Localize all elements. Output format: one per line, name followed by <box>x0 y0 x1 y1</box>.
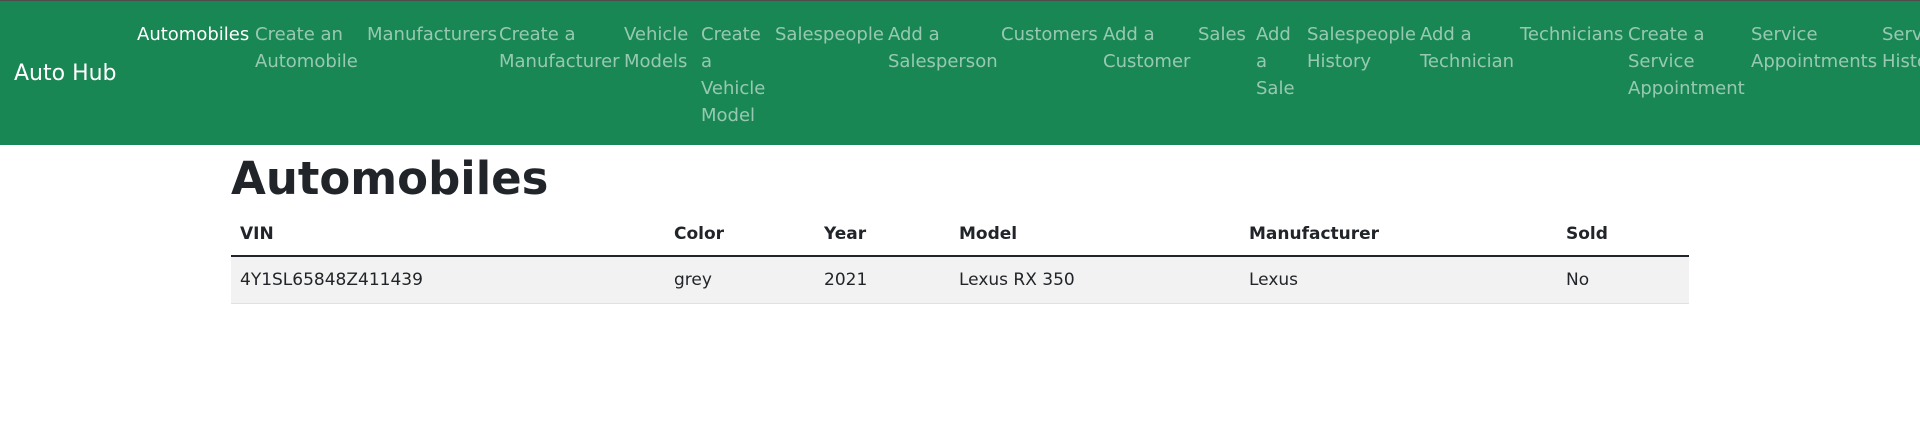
nav-label: Sales <box>1198 24 1246 45</box>
nav-label: Add a <box>1420 24 1472 45</box>
nav-create-automobile[interactable]: Create an Automobile <box>255 21 358 75</box>
automobiles-table: VIN Color Year Model Manufacturer Sold 4… <box>231 213 1689 304</box>
nav-label: Technician <box>1420 51 1515 72</box>
nav-label: Add <box>1256 24 1291 45</box>
brand-link[interactable]: Auto Hub <box>14 60 117 88</box>
nav-vehicle-models[interactable]: Vehicle Models <box>624 21 688 75</box>
nav-label: Service <box>1751 24 1818 45</box>
nav-label: Appointments <box>1751 51 1878 72</box>
cell-model: Lexus RX 350 <box>950 256 1240 304</box>
nav-label: Manufacturers <box>367 24 497 45</box>
cell-sold: No <box>1557 256 1689 304</box>
nav-add-salesperson[interactable]: Add a Salesperson <box>888 21 998 75</box>
nav-label: Customers <box>1001 24 1098 45</box>
cell-vin: 4Y1SL65848Z411439 <box>231 256 665 304</box>
cell-manufacturer: Lexus <box>1240 256 1557 304</box>
column-header-manufacturer: Manufacturer <box>1240 213 1557 257</box>
nav-label: Create an <box>255 24 343 45</box>
nav-label: Add a <box>1103 24 1155 45</box>
nav-automobiles[interactable]: Automobiles <box>137 21 249 48</box>
column-header-color: Color <box>665 213 815 257</box>
nav-label: Customer <box>1103 51 1191 72</box>
nav-label: Automobiles <box>137 24 250 45</box>
navbar: Auto Hub Automobiles Create an Automobil… <box>0 0 1920 145</box>
nav-manufacturers[interactable]: Manufacturers <box>367 21 497 48</box>
column-header-model: Model <box>950 213 1240 257</box>
nav-label: Service <box>1628 51 1695 72</box>
nav-service-history[interactable]: Service History <box>1882 21 1920 75</box>
nav-create-vehicle-model[interactable]: Create a Vehicle Model <box>701 21 765 129</box>
nav-create-manufacturer[interactable]: Create a Manufacturer <box>499 21 620 75</box>
nav-label: Create <box>701 24 761 45</box>
page-title: Automobiles <box>231 152 549 205</box>
nav-label: Vehicle <box>701 78 766 99</box>
nav-label: Models <box>624 51 688 72</box>
nav-label: Automobile <box>255 51 358 72</box>
main-content: Automobiles VIN Color Year Model Manufac… <box>231 145 1689 304</box>
nav-label: Create a <box>499 24 576 45</box>
column-header-year: Year <box>815 213 950 257</box>
column-header-sold: Sold <box>1557 213 1689 257</box>
table-header-row: VIN Color Year Model Manufacturer Sold <box>231 213 1689 257</box>
cell-year: 2021 <box>815 256 950 304</box>
nav-label: Appointment <box>1628 78 1745 99</box>
nav-label: a <box>1256 51 1268 72</box>
nav-label: Technicians <box>1520 24 1624 45</box>
nav-salespeople-history[interactable]: Salespeople History <box>1307 21 1416 75</box>
column-header-vin: VIN <box>231 213 665 257</box>
nav-label: Create a <box>1628 24 1705 45</box>
nav-add-sale[interactable]: Add a Sale <box>1256 21 1295 102</box>
nav-create-service-appointment[interactable]: Create a Service Appointment <box>1628 21 1745 102</box>
nav-add-technician[interactable]: Add a Technician <box>1420 21 1514 75</box>
nav-label: Salespeople <box>1307 24 1416 45</box>
nav-label: Salesperson <box>888 51 998 72</box>
nav-label: Vehicle <box>624 24 689 45</box>
nav-salespeople[interactable]: Salespeople <box>775 21 884 48</box>
nav-label: Sale <box>1256 78 1295 99</box>
nav-label: Manufacturer <box>499 51 620 72</box>
nav-label: History <box>1882 51 1920 72</box>
nav-label: History <box>1307 51 1372 72</box>
nav-customers[interactable]: Customers <box>1001 21 1098 48</box>
nav-service-appointments[interactable]: Service Appointments <box>1751 21 1877 75</box>
nav-label: Add a <box>888 24 940 45</box>
nav-technicians[interactable]: Technicians <box>1520 21 1623 48</box>
nav-label: Salespeople <box>775 24 884 45</box>
cell-color: grey <box>665 256 815 304</box>
nav-label: a <box>701 51 713 72</box>
table-row: 4Y1SL65848Z411439 grey 2021 Lexus RX 350… <box>231 256 1689 304</box>
nav-sales[interactable]: Sales <box>1198 21 1246 48</box>
nav-label: Service <box>1882 24 1920 45</box>
nav-label: Model <box>701 105 756 126</box>
nav-add-customer[interactable]: Add a Customer <box>1103 21 1190 75</box>
